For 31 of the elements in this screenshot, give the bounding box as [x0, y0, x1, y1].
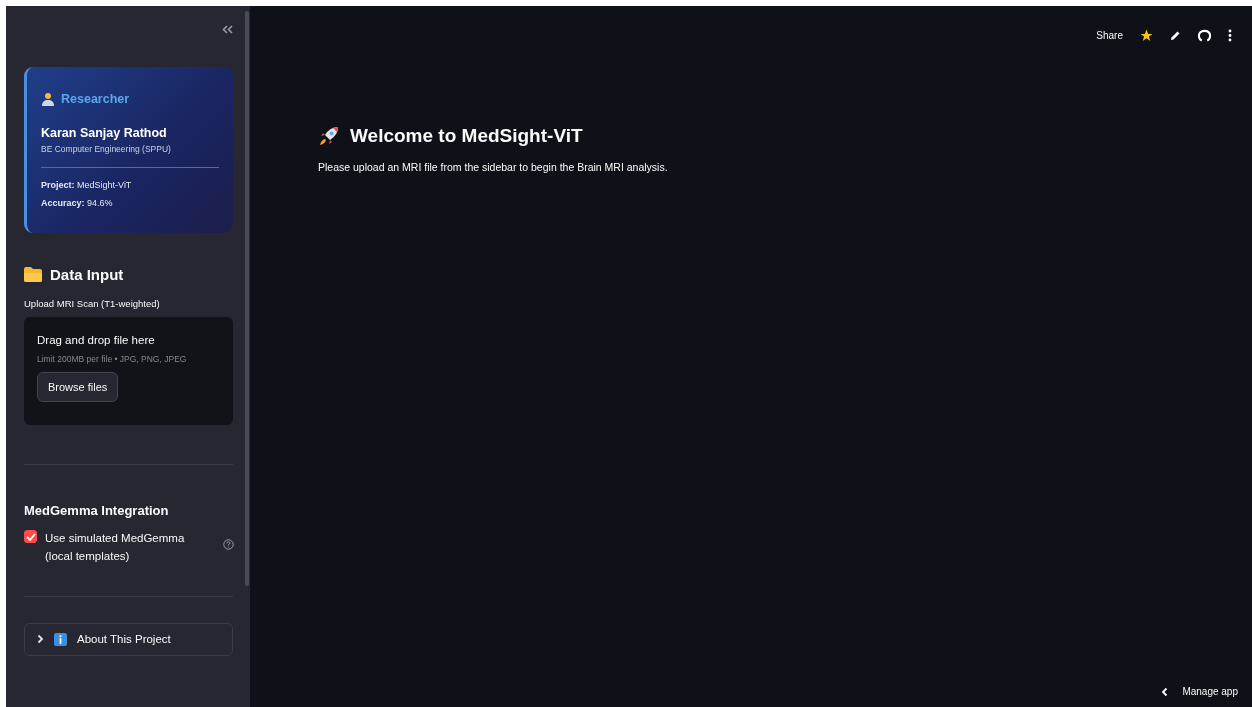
researcher-degree: BE Computer Engineering (SPPU) — [41, 144, 172, 154]
chevron-icon — [37, 634, 44, 645]
help-icon[interactable] — [223, 539, 234, 550]
dropzone-title: Drag and drop file here — [37, 334, 156, 346]
expander[interactable]: About This Project — [24, 622, 233, 656]
card-title: Researcher — [61, 92, 130, 106]
star-icon[interactable] — [1140, 28, 1153, 42]
info-icon — [54, 632, 67, 646]
collapse-icon[interactable] — [222, 24, 233, 34]
dropzone-hint: Limit 200MB per file • JPG, PNG, JPEG — [37, 354, 188, 364]
section-heading: Data Input — [50, 266, 124, 283]
folder-icon — [24, 267, 42, 282]
card-detail: Project: MedSight-ViT — [41, 180, 133, 190]
pencil-icon[interactable] — [1170, 29, 1181, 41]
file-dropzone[interactable]: Drag and drop file here Limit 200MB per file • JPG, PNG, JPEG Browse files — [24, 317, 233, 425]
section-heading: MedGemma Integration — [24, 503, 170, 518]
page-title: Welcome to MedSight-ViT — [350, 125, 583, 147]
share-link[interactable]: Share — [1096, 29, 1123, 41]
uploader-label: Upload MRI Scan (T1-weighted) — [24, 298, 161, 309]
more-icon[interactable] — [1228, 28, 1232, 42]
manage-app-button[interactable]: Manage app — [1161, 686, 1238, 697]
card-detail: Accuracy: 94.6% — [41, 198, 114, 208]
scrollbar[interactable] — [245, 11, 249, 586]
checkbox[interactable] — [24, 530, 37, 543]
browse-files-button[interactable]: Browse files — [37, 372, 119, 402]
checkbox-label: Use simulated MedGemma (local templates) — [45, 531, 185, 565]
intro-text: Please upload an MRI file from the sidebar to begin the Brain MRI analysis. — [318, 161, 669, 173]
chevron-icon — [1161, 686, 1169, 697]
researcher-name: Karan Sanjay Rathod — [41, 126, 168, 140]
person-icon — [41, 92, 55, 106]
rocket-icon — [318, 125, 340, 147]
